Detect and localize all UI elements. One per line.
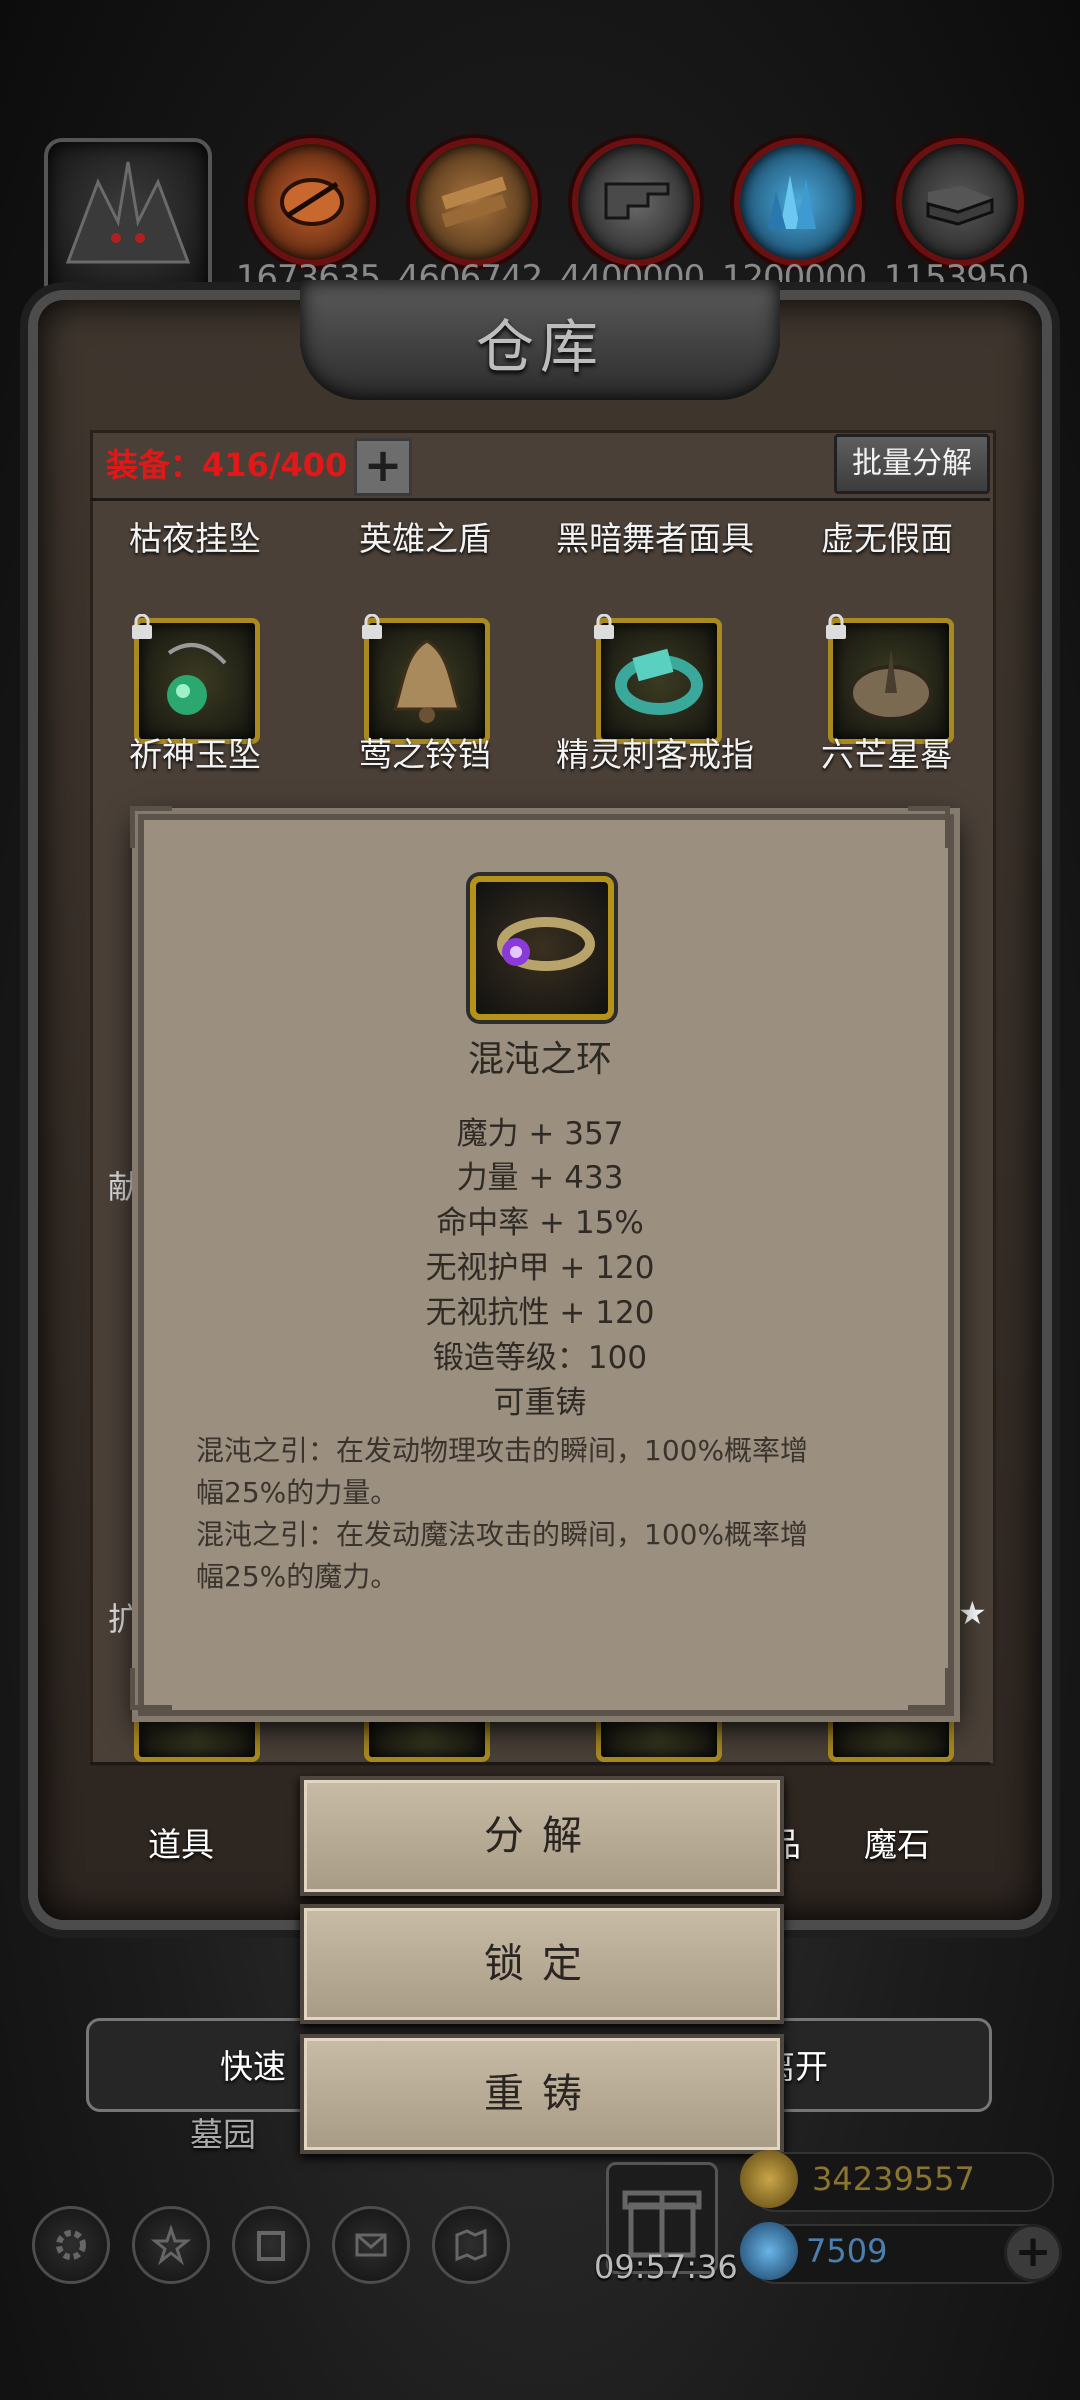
bell-icon bbox=[392, 639, 462, 723]
tab-magic-stones[interactable]: 魔石 bbox=[864, 1818, 930, 1866]
hidden-item-label: 扩 bbox=[108, 1600, 141, 1638]
ring-icon bbox=[615, 648, 703, 715]
settings-button[interactable] bbox=[32, 2206, 110, 2284]
lock-icon bbox=[362, 614, 382, 639]
lock-button[interactable]: 锁定 bbox=[300, 1904, 784, 2024]
divider bbox=[90, 1762, 990, 1765]
map-button[interactable] bbox=[432, 2206, 510, 2284]
item-title: 混沌之环 bbox=[467, 1039, 612, 1080]
item-name[interactable]: 枯夜挂坠 bbox=[80, 512, 310, 560]
star-icon: ★ bbox=[958, 1594, 987, 1632]
item-name[interactable]: 莺之铃铛 bbox=[310, 728, 540, 776]
item-preview-slot bbox=[470, 876, 614, 1020]
item-name[interactable]: 虚无假面 bbox=[772, 512, 1002, 560]
effect-description: 混沌之引：在发动魔法攻击的瞬间，100%概率增 bbox=[196, 1518, 809, 1551]
item-name[interactable]: 祈神玉坠 bbox=[80, 728, 310, 776]
gold-icon bbox=[740, 2150, 798, 2208]
gate-button[interactable] bbox=[232, 2206, 310, 2284]
item-name[interactable]: 精灵刺客戒指 bbox=[540, 728, 770, 776]
corner-ornament-icon bbox=[908, 1668, 950, 1710]
tab-items[interactable]: 道具 bbox=[148, 1818, 214, 1866]
dragon-icon bbox=[65, 161, 191, 264]
gear-icon bbox=[56, 2230, 86, 2260]
wood-icon[interactable] bbox=[410, 138, 538, 266]
steel-count: 1153950 bbox=[883, 258, 1029, 298]
ore-icon[interactable] bbox=[248, 138, 376, 266]
quick-button[interactable]: 快速 bbox=[220, 2040, 286, 2088]
page-title: 仓库 bbox=[475, 313, 604, 381]
item-name[interactable]: 英雄之盾 bbox=[310, 512, 540, 560]
lock-icon bbox=[594, 614, 614, 639]
stat-line: 无视护甲 + 120 bbox=[425, 1250, 655, 1286]
corner-ornament-icon bbox=[130, 1668, 172, 1710]
item-name[interactable]: 黑暗舞者面具 bbox=[540, 512, 770, 560]
equip-capacity: 装备：416/400 bbox=[106, 446, 348, 484]
expand-capacity-button[interactable]: + bbox=[354, 438, 412, 496]
sundial-icon bbox=[849, 649, 933, 721]
lock-icon bbox=[132, 614, 152, 639]
gift-timer: 09:57:36 bbox=[594, 2248, 738, 2286]
add-gems-button[interactable]: + bbox=[1004, 2224, 1062, 2282]
stat-line: 力量 + 433 bbox=[456, 1160, 624, 1196]
iron-icon[interactable] bbox=[572, 138, 700, 266]
gold-amount: 34239557 bbox=[812, 2160, 975, 2198]
star-icon bbox=[151, 2225, 191, 2265]
decompose-button[interactable]: 分解 bbox=[300, 1776, 784, 1896]
graveyard-label: 墓园 bbox=[190, 2115, 256, 2154]
steel-icon[interactable] bbox=[896, 138, 1024, 266]
batch-decompose-button[interactable]: 批量分解 bbox=[834, 434, 990, 494]
gate-icon bbox=[257, 2231, 285, 2261]
corner-ornament-icon bbox=[130, 806, 172, 848]
mail-icon bbox=[355, 2233, 387, 2257]
effect-description: 混沌之引：在发动物理攻击的瞬间，100%概率增 bbox=[196, 1434, 809, 1467]
item-name[interactable]: 六芒星晷 bbox=[772, 728, 1002, 776]
chaos-ring-icon bbox=[497, 917, 595, 971]
divider bbox=[90, 498, 990, 501]
corner-ornament-icon bbox=[908, 806, 950, 848]
stat-line: 命中率 + 15% bbox=[436, 1205, 644, 1241]
effect-description: 幅25%的魔力。 bbox=[196, 1560, 399, 1593]
lock-icon bbox=[826, 614, 846, 639]
pendant-icon bbox=[167, 643, 227, 715]
hero-portrait[interactable] bbox=[44, 138, 212, 302]
reforgeable-note: 可重铸 bbox=[493, 1385, 587, 1421]
stat-line: 魔力 + 357 bbox=[456, 1116, 624, 1152]
crystal-icon[interactable] bbox=[734, 138, 862, 266]
stat-line: 锻造等级：100 bbox=[432, 1340, 648, 1376]
effect-description: 幅25%的力量。 bbox=[196, 1476, 399, 1509]
reforge-button[interactable]: 重铸 bbox=[300, 2034, 784, 2154]
mail-button[interactable] bbox=[332, 2206, 410, 2284]
gem-icon bbox=[740, 2222, 798, 2280]
map-icon bbox=[455, 2228, 487, 2262]
stat-line: 无视抗性 + 120 bbox=[425, 1295, 655, 1331]
pentagram-button[interactable] bbox=[132, 2206, 210, 2284]
gem-amount: 7509 bbox=[806, 2232, 888, 2270]
hidden-item-label: 献 bbox=[108, 1168, 141, 1206]
